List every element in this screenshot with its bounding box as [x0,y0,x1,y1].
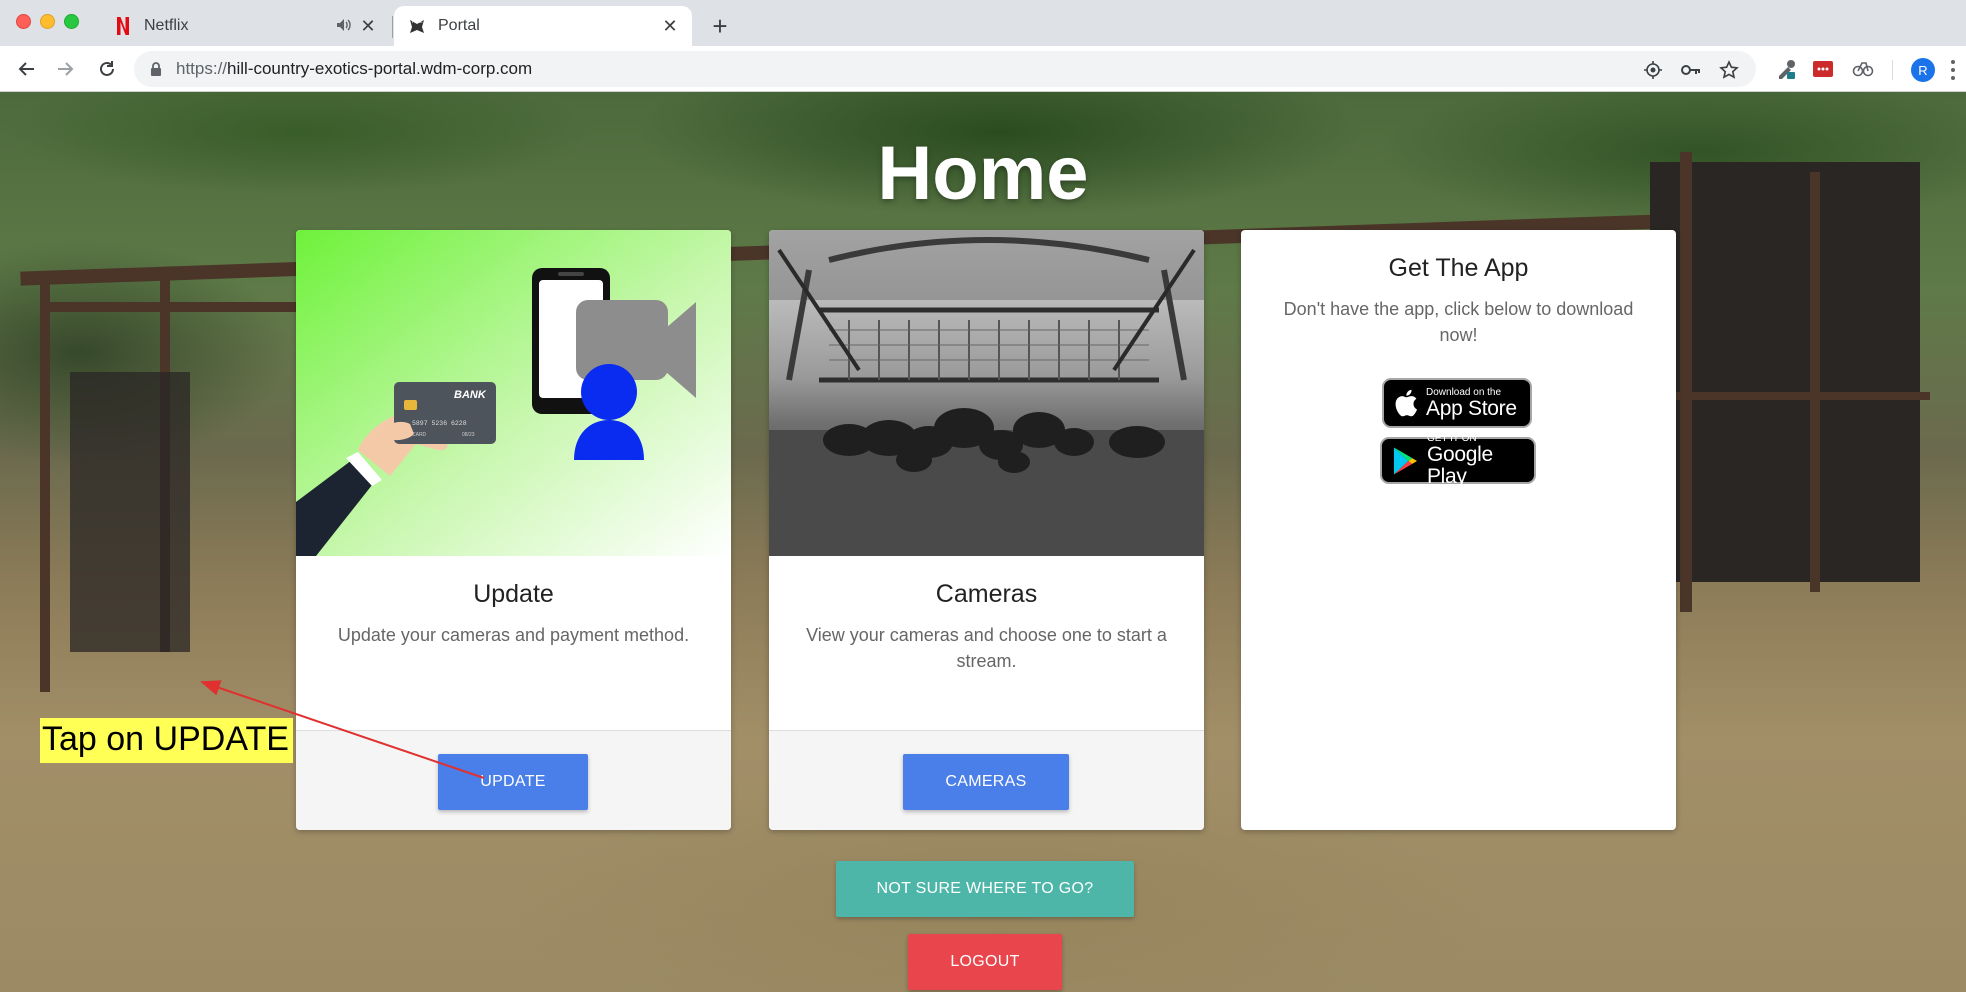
cameras-button[interactable]: CAMERAS [903,754,1069,810]
get-app-card: Get The App Don't have the app, click be… [1241,230,1676,830]
url-scheme: https:// [176,59,228,78]
google-play-big-text: Google Play [1426,443,1493,488]
bank-card-number: 5897 5236 6228 [412,420,467,427]
card-footer: UPDATE [296,730,731,830]
tab-separator [392,16,393,38]
card-description: Don't have the app, click below to downl… [1283,299,1634,345]
reload-button[interactable] [92,54,122,84]
background-post [1680,152,1692,612]
vpn-extension-icon[interactable] [1852,58,1874,80]
card-title: Cameras [935,580,1038,608]
browser-toolbar: https://hill-country-exotics-portal.wdm-… [0,46,1966,92]
tab-strip: Netflix ✕ HCE Portal ✕ + [0,0,1966,46]
netflix-icon [114,17,132,35]
portal-logo-icon: HCE [408,17,426,35]
close-window-button[interactable] [16,14,31,29]
profile-avatar[interactable]: R [1911,58,1935,82]
update-button[interactable]: UPDATE [438,754,588,810]
close-tab-icon[interactable]: ✕ [356,14,380,38]
menu-kebab-icon[interactable] [1948,56,1958,84]
tab-title: Netflix [144,17,189,34]
card-description: View your cameras and choose one to star… [806,625,1167,671]
card-description: Update your cameras and payment method. [337,625,690,645]
trail-camera-photo [769,230,1204,556]
card-title: Get The App [1388,254,1529,282]
password-extension-icon[interactable] [1812,58,1834,80]
back-button[interactable] [12,54,42,84]
logout-button[interactable]: LOGOUT [908,934,1062,990]
zoom-window-button[interactable] [64,14,79,29]
arrow-left-icon [18,62,34,76]
location-icon[interactable] [1642,59,1664,81]
page-background: Home BANK 5897 5236 6228 CARD 08/23 Upda… [0,92,1966,992]
arrow-right-icon [58,62,74,76]
minimize-window-button[interactable] [40,14,55,29]
tutorial-annotation-label: Tap on UPDATE [40,718,293,763]
app-store-small-text: Download on the [1426,386,1502,398]
app-store-big-text: App Store [1426,396,1517,420]
google-play-badge[interactable]: GET IT ON Google Play [1380,433,1536,488]
apple-icon [1395,389,1417,417]
update-card: BANK 5897 5236 6228 CARD 08/23 Update Up… [296,230,731,830]
background-panel [70,372,190,652]
card-footer: CAMERAS [769,730,1204,830]
url-text: https://hill-country-exotics-portal.wdm-… [176,59,532,79]
app-store-badge[interactable]: Download on the App Store [1382,378,1532,428]
tab-netflix[interactable]: Netflix ✕ [100,6,390,46]
bank-card-small-left: CARD [412,432,427,438]
eyedropper-extension-icon[interactable] [1775,58,1797,80]
background-post [1810,172,1820,592]
address-bar[interactable]: https://hill-country-exotics-portal.wdm-… [134,51,1756,87]
not-sure-button[interactable]: NOT SURE WHERE TO GO? [836,861,1134,917]
background-beam [1650,392,1930,400]
lock-icon[interactable] [148,60,164,78]
bookmark-star-icon[interactable] [1718,59,1740,81]
update-illustration: BANK 5897 5236 6228 CARD 08/23 [296,230,731,556]
background-post [40,272,50,692]
cameras-card: Cameras View your cameras and choose one… [769,230,1204,830]
tab-title: Portal [438,17,480,34]
google-play-icon [1393,447,1418,474]
key-icon[interactable] [1680,59,1702,81]
card-title: Update [473,580,554,608]
url-host: hill-country-exotics-portal.wdm-corp.com [227,59,533,78]
close-tab-icon[interactable]: ✕ [658,14,682,38]
svg-text:HCE: HCE [412,19,423,25]
tab-portal[interactable]: HCE Portal ✕ [394,6,692,46]
toolbar-divider [1892,60,1893,80]
page-title: Home [877,131,1089,216]
forward-button[interactable] [50,54,80,84]
bank-card-label: BANK [454,389,487,401]
speaker-icon[interactable] [336,18,352,35]
bank-card-small-right: 08/23 [462,432,475,438]
new-tab-button[interactable]: + [706,11,734,41]
reload-icon [100,61,114,76]
